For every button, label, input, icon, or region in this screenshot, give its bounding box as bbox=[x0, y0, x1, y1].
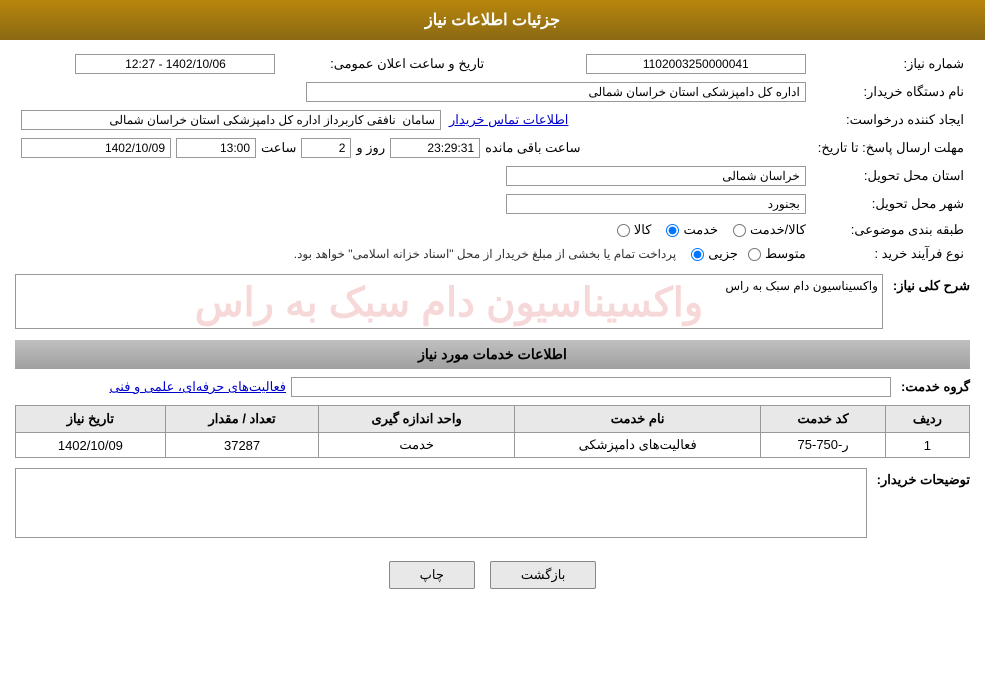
sharh-textarea[interactable] bbox=[15, 274, 883, 329]
services-title: اطلاعات خدمات مورد نیاز bbox=[418, 346, 567, 362]
row-ijad: ایجاد کننده درخواست: اطلاعات تماس خریدار bbox=[15, 106, 970, 134]
th-code: کد خدمت bbox=[761, 406, 885, 433]
row-shomara: شماره نیاز: تاریخ و ساعت اعلان عمومی: bbox=[15, 50, 970, 78]
row-tabaqe: طبقه بندی موضوعی: کالا/خدمت خدمت کالا bbox=[15, 218, 970, 242]
radio-motavasset[interactable] bbox=[748, 248, 761, 261]
row-name-dastgah: نام دستگاه خریدار: bbox=[15, 78, 970, 106]
counter-input[interactable] bbox=[301, 138, 351, 158]
goroh-value-text: فعالیت‌های حرفه‌ای، علمی و فنی bbox=[109, 379, 286, 395]
radio-kala-khedmat-item: کالا/خدمت bbox=[733, 222, 806, 238]
tarikh-aalam-input[interactable] bbox=[75, 54, 275, 74]
mohlat-label: مهلت ارسال پاسخ: تا تاریخ: bbox=[812, 134, 970, 162]
tabaqe-radios: کالا/خدمت خدمت کالا bbox=[15, 218, 812, 242]
remaining-label: ساعت باقی مانده bbox=[485, 140, 580, 156]
cell-tedad: 37287 bbox=[165, 433, 319, 458]
shahr-value bbox=[15, 190, 812, 218]
name-dastgah-value bbox=[15, 78, 812, 106]
nooe-farayand-text: پرداخت تمام یا بخشی از مبلغ خریدار از مح… bbox=[294, 247, 677, 261]
tarikh-aalam-label: تاریخ و ساعت اعلان عمومی: bbox=[281, 50, 490, 78]
cell-radif: 1 bbox=[885, 433, 969, 458]
th-radif: ردیف bbox=[885, 406, 969, 433]
goroh-input[interactable] bbox=[291, 377, 891, 397]
service-table-head: ردیف کد خدمت نام خدمت واحد اندازه گیری ت… bbox=[16, 406, 970, 433]
shahr-input[interactable] bbox=[506, 194, 806, 214]
radio-kala[interactable] bbox=[617, 224, 630, 237]
radio-kala-khedmat-label: کالا/خدمت bbox=[750, 222, 806, 238]
table-row: 1 ر-750-75 فعالیت‌های دامپزشکی خدمت 3728… bbox=[16, 433, 970, 458]
radio-jozii-item: جزیی bbox=[691, 246, 738, 262]
radio-kala-khedmat[interactable] bbox=[733, 224, 746, 237]
th-vahed: واحد اندازه گیری bbox=[319, 406, 515, 433]
radio-khedmat-label: خدمت bbox=[683, 222, 718, 238]
header-title: جزئیات اطلاعات نیاز bbox=[425, 12, 560, 29]
service-table: ردیف کد خدمت نام خدمت واحد اندازه گیری ت… bbox=[15, 405, 970, 458]
radio-jozii[interactable] bbox=[691, 248, 704, 261]
name-dastgah-input[interactable] bbox=[306, 82, 806, 102]
content-area: شماره نیاز: تاریخ و ساعت اعلان عمومی: نا… bbox=[0, 40, 985, 611]
ijad-input[interactable] bbox=[21, 110, 441, 130]
row-ostan: استان محل تحویل: bbox=[15, 162, 970, 190]
shomara-label: شماره نیاز: bbox=[812, 50, 970, 78]
date-input[interactable] bbox=[21, 138, 171, 158]
description-content bbox=[15, 468, 867, 541]
ijad-link[interactable]: اطلاعات تماس خریدار bbox=[449, 112, 568, 128]
description-textarea[interactable] bbox=[15, 468, 867, 538]
th-name: نام خدمت bbox=[514, 406, 760, 433]
ijad-label: ایجاد کننده درخواست: bbox=[812, 106, 970, 134]
print-button[interactable]: چاپ bbox=[389, 561, 475, 589]
description-label: توضیحات خریدار: bbox=[867, 468, 970, 488]
page-wrapper: جزئیات اطلاعات نیاز شماره نیاز: تاریخ و … bbox=[0, 0, 985, 691]
tarikh-aalam-value bbox=[15, 50, 281, 78]
description-section: توضیحات خریدار: bbox=[15, 468, 970, 541]
rooz-label: روز و bbox=[356, 140, 385, 156]
th-tedad: تعداد / مقدار bbox=[165, 406, 319, 433]
tabaqe-label: طبقه بندی موضوعی: bbox=[812, 218, 970, 242]
button-bar: بازگشت چاپ bbox=[15, 549, 970, 601]
services-section-header: اطلاعات خدمات مورد نیاز bbox=[15, 340, 970, 369]
radio-motavasset-item: متوسط bbox=[748, 246, 806, 262]
shahr-label: شهر محل تحویل: bbox=[812, 190, 970, 218]
cell-tarikh: 1402/10/09 bbox=[16, 433, 166, 458]
radio-kala-item: کالا bbox=[617, 222, 652, 238]
sharh-section: شرح کلی نیاز: واکسیناسیون دام سبک به راس bbox=[15, 274, 970, 332]
ostan-value bbox=[15, 162, 812, 190]
cell-vahed: خدمت bbox=[319, 433, 515, 458]
service-table-body: 1 ر-750-75 فعالیت‌های دامپزشکی خدمت 3728… bbox=[16, 433, 970, 458]
page-header: جزئیات اطلاعات نیاز bbox=[0, 0, 985, 40]
goroh-row: گروه خدمت: فعالیت‌های حرفه‌ای، علمی و فن… bbox=[15, 377, 970, 397]
back-button[interactable]: بازگشت bbox=[490, 561, 596, 589]
saat-label: ساعت bbox=[261, 140, 296, 156]
shomara-input[interactable] bbox=[586, 54, 806, 74]
time-input[interactable] bbox=[176, 138, 256, 158]
nooe-farayand-label: نوع فرآیند خرید : bbox=[812, 242, 970, 266]
ijad-value: اطلاعات تماس خریدار bbox=[15, 106, 812, 134]
mohlat-value: ساعت باقی مانده روز و ساعت bbox=[15, 134, 812, 162]
service-table-header-row: ردیف کد خدمت نام خدمت واحد اندازه گیری ت… bbox=[16, 406, 970, 433]
radio-kala-label: کالا bbox=[634, 222, 652, 238]
info-table: شماره نیاز: تاریخ و ساعت اعلان عمومی: نا… bbox=[15, 50, 970, 266]
cell-name: فعالیت‌های دامپزشکی bbox=[514, 433, 760, 458]
ostan-input[interactable] bbox=[506, 166, 806, 186]
ostan-label: استان محل تحویل: bbox=[812, 162, 970, 190]
radio-khedmat[interactable] bbox=[666, 224, 679, 237]
cell-code: ر-750-75 bbox=[761, 433, 885, 458]
name-dastgah-label: نام دستگاه خریدار: bbox=[812, 78, 970, 106]
goroh-label: گروه خدمت: bbox=[891, 379, 970, 395]
radio-jozii-label: جزیی bbox=[708, 246, 738, 262]
sharh-content: واکسیناسیون دام سبک به راس bbox=[15, 274, 883, 332]
row-mohlat: مهلت ارسال پاسخ: تا تاریخ: ساعت باقی مان… bbox=[15, 134, 970, 162]
shomara-value bbox=[520, 50, 812, 78]
row-shahr: شهر محل تحویل: bbox=[15, 190, 970, 218]
radio-motavasset-label: متوسط bbox=[765, 246, 806, 262]
nooe-farayand-content: متوسط جزیی پرداخت تمام یا بخشی از مبلغ خ… bbox=[15, 242, 812, 266]
timer-input[interactable] bbox=[390, 138, 480, 158]
row-nooe-farayand: نوع فرآیند خرید : متوسط جزیی bbox=[15, 242, 970, 266]
radio-khedmat-item: خدمت bbox=[666, 222, 718, 238]
sharh-label: شرح کلی نیاز: bbox=[883, 274, 970, 294]
th-tarikh: تاریخ نیاز bbox=[16, 406, 166, 433]
